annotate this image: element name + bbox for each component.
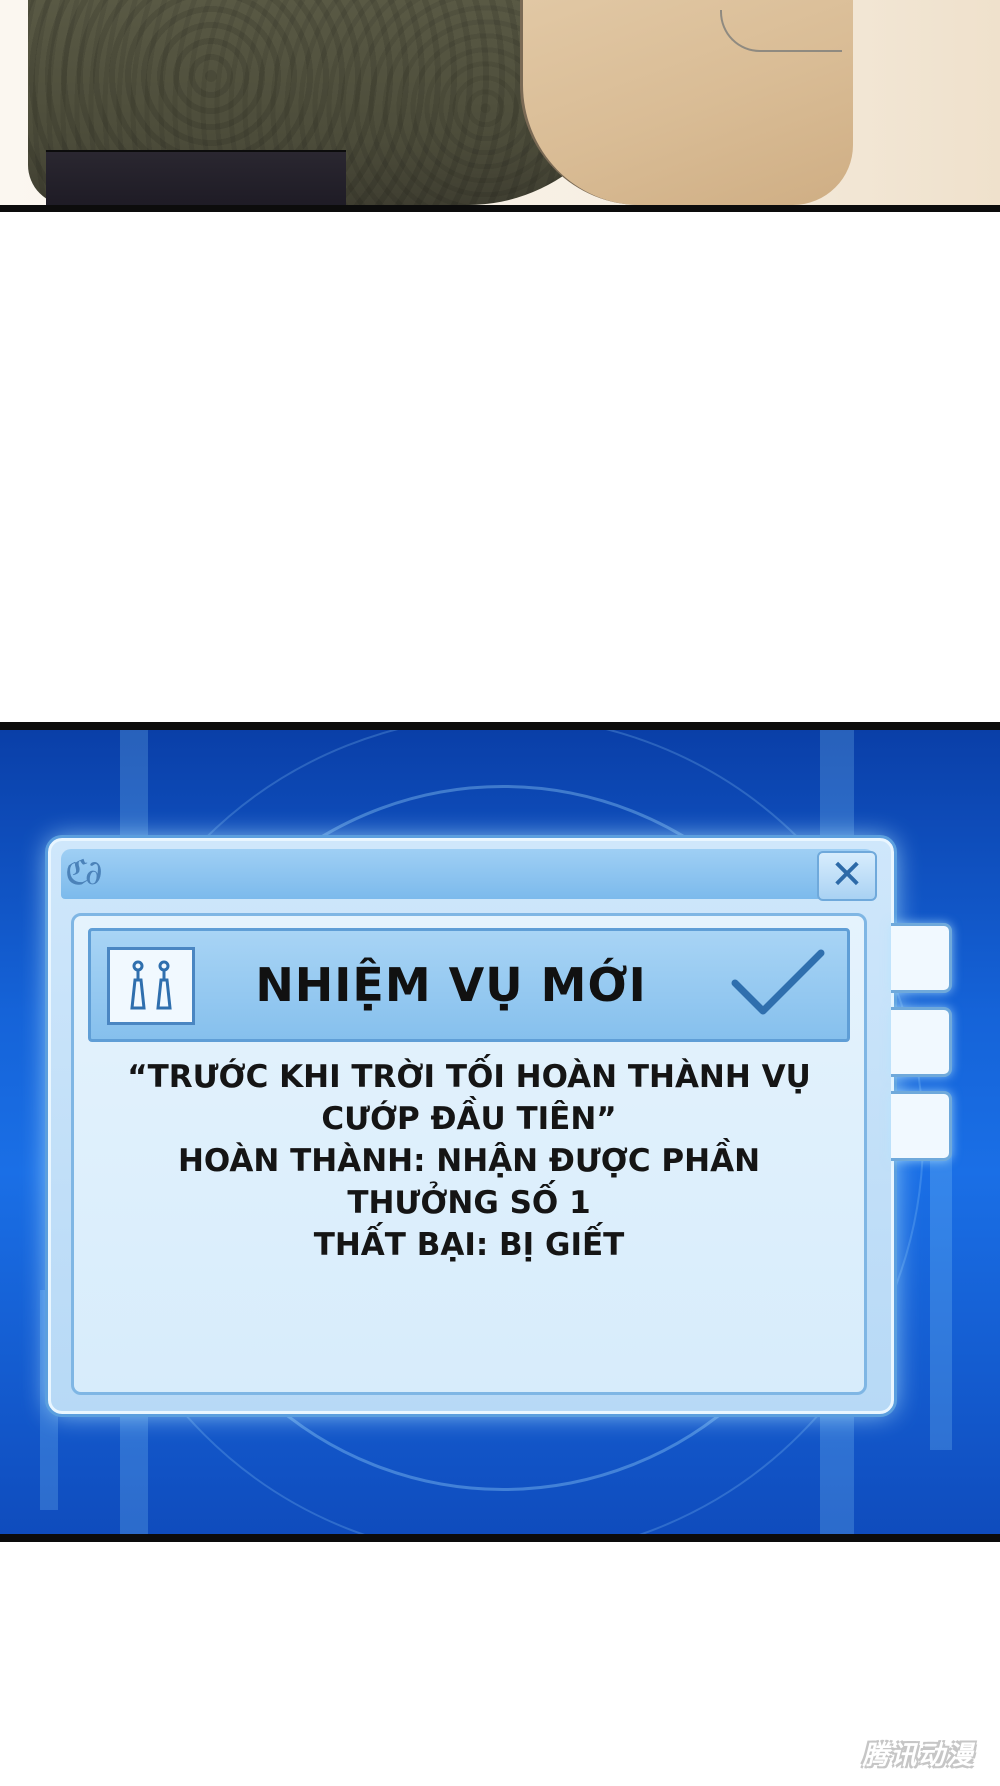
earrings-icon (107, 947, 195, 1025)
dialog-content: NHIỆM VỤ MỚI “TRƯỚC KHI TRỜI TỐI HOÀN TH… (71, 913, 867, 1395)
quest-reward-line: HOÀN THÀNH: NHẬN ĐƯỢC PHẦN (177, 1143, 761, 1179)
side-tab[interactable] (891, 1091, 952, 1161)
dialog-titlebar (61, 849, 875, 899)
side-tabs (891, 923, 953, 1175)
comic-page: ℭ∂ ✕ NHIỆM VỤ MỚI “TRƯỚC KHI TRỜI TỐI HO… (0, 0, 1000, 1786)
system-panel: ℭ∂ ✕ NHIỆM VỤ MỚI “TRƯỚC KHI TRỜI TỐI HO… (0, 722, 1000, 1542)
quest-line: CƯỚP ĐẦU TIÊN” (321, 1101, 617, 1137)
string-illustration (720, 10, 842, 52)
top-illustration-panel (0, 0, 1000, 212)
close-icon: ✕ (830, 852, 864, 898)
side-tab[interactable] (891, 1007, 952, 1077)
quest-line: “TRƯỚC KHI TRỜI TỐI HOÀN THÀNH VỤ (127, 1059, 811, 1095)
belt-illustration (46, 150, 346, 205)
checkmark-icon[interactable] (727, 943, 827, 1023)
quest-failure-line: THẤT BẠI: BỊ GIẾT (313, 1227, 625, 1263)
quest-dialog-window: ℭ∂ ✕ NHIỆM VỤ MỚI “TRƯỚC KHI TRỜI TỐI HO… (48, 838, 952, 1414)
side-tab[interactable] (891, 923, 952, 993)
quest-description: “TRƯỚC KHI TRỜI TỐI HOÀN THÀNH VỤ CƯỚP Đ… (114, 1056, 824, 1266)
ornament-icon: ℭ∂ (65, 853, 103, 893)
light-beam (930, 1150, 952, 1450)
close-button[interactable]: ✕ (817, 851, 877, 901)
watermark-logo: 腾讯动漫 (862, 1741, 975, 1771)
quest-reward-line: THƯỞNG SỐ 1 (347, 1185, 591, 1221)
quest-title: NHIỆM VỤ MỚI (255, 958, 647, 1012)
quest-header-bar: NHIỆM VỤ MỚI (88, 928, 850, 1042)
